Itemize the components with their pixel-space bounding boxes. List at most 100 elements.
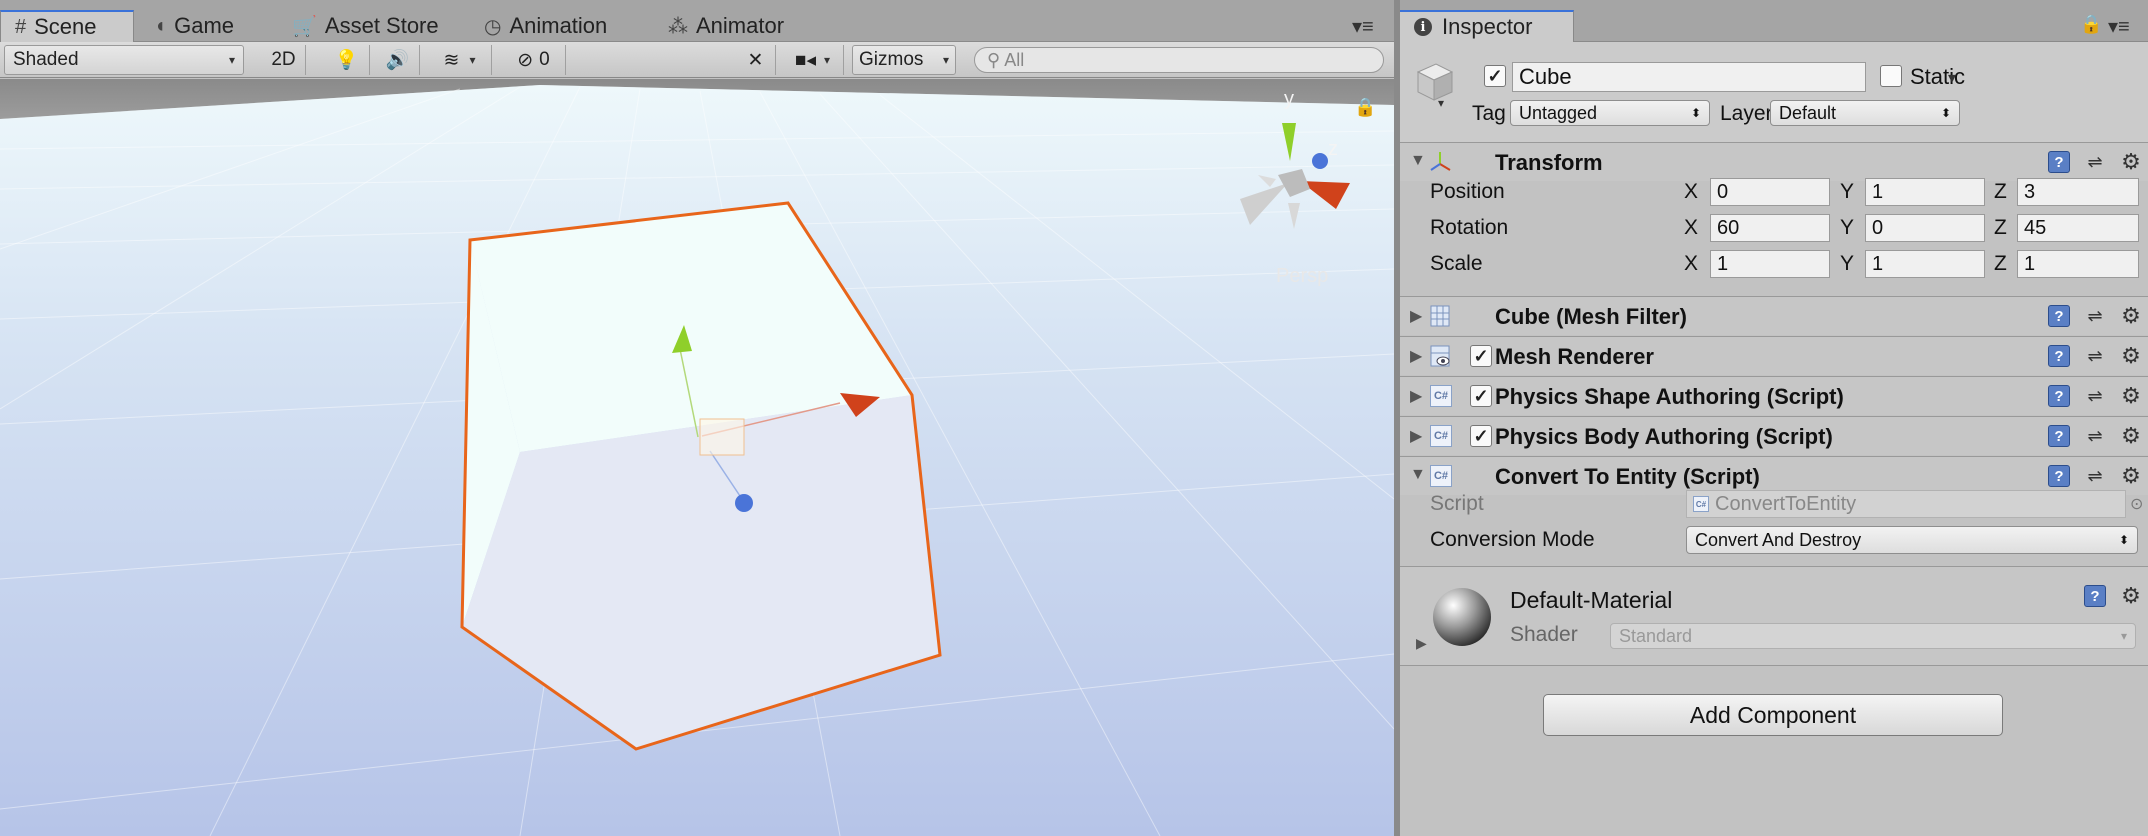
scene-search-input[interactable]: ⚲ All xyxy=(974,47,1384,73)
tab-asset-store-label: Asset Store xyxy=(324,13,439,38)
position-x-field[interactable]: 0 xyxy=(1710,178,1830,206)
scene-canvas[interactable]: y z xyxy=(0,79,1394,836)
draw-mode-dropdown[interactable]: Shaded ▾ xyxy=(4,45,244,75)
projection-label[interactable]: Persp xyxy=(1276,265,1328,288)
help-icon[interactable]: ? xyxy=(2048,385,2070,407)
static-checkbox[interactable]: ✓ xyxy=(1880,65,1902,87)
2d-toggle-button[interactable]: 2D xyxy=(262,45,306,75)
gizmos-dropdown[interactable]: Gizmos ▾ xyxy=(852,45,956,75)
tab-asset-store[interactable]: 🛒 Asset Store xyxy=(278,10,453,42)
object-picker-icon[interactable]: ⊙ xyxy=(2130,494,2143,514)
help-icon[interactable]: ? xyxy=(2048,465,2070,487)
nodes-icon: ⁂ xyxy=(668,15,688,38)
tag-label: Tag xyxy=(1472,102,1506,125)
presets-icon[interactable]: ⇌ xyxy=(2084,425,2106,447)
add-component-button[interactable]: Add Component xyxy=(1543,694,2003,736)
scale-x-field[interactable]: 1 xyxy=(1710,250,1830,278)
mesh-renderer-header[interactable]: ▶ ✓ Mesh Renderer ? ⇌ ⚙ xyxy=(1400,336,2148,375)
gear-icon[interactable]: ⚙ xyxy=(2120,149,2142,174)
fold-closed-icon[interactable]: ▶ xyxy=(1416,635,1427,652)
rotation-x-field[interactable]: 60 xyxy=(1710,214,1830,242)
physics-shape-authoring-header[interactable]: ▶ C# ✓ Physics Shape Authoring (Script) … xyxy=(1400,376,2148,415)
presets-icon[interactable]: ⇌ xyxy=(2084,305,2106,327)
conversion-mode-value: Convert And Destroy xyxy=(1695,529,1862,550)
gear-icon[interactable]: ⚙ xyxy=(2120,303,2142,328)
search-icon: ⚲ xyxy=(987,49,1001,70)
gizmo-z-handle[interactable] xyxy=(735,494,753,512)
tools-button[interactable]: ✕ xyxy=(736,45,776,75)
pacman-icon: ◖ xyxy=(154,14,167,37)
tab-animator[interactable]: ⁂ Animator xyxy=(654,10,798,42)
tab-animation[interactable]: ◷ Animation xyxy=(470,10,621,42)
hidden-objects-toggle[interactable]: ⊘ 0 xyxy=(502,45,566,75)
mesh-renderer-enabled-checkbox[interactable]: ✓ xyxy=(1470,345,1492,367)
position-y-field[interactable]: 1 xyxy=(1865,178,1985,206)
tab-inspector[interactable]: i Inspector xyxy=(1400,10,1574,42)
object-name-field[interactable]: Cube xyxy=(1512,62,1866,92)
mesh-filter-header[interactable]: ▶ Cube (Mesh Filter) ? ⇌ ⚙ xyxy=(1400,296,2148,335)
tab-game[interactable]: ◖ Game xyxy=(140,10,248,42)
physics-body-enabled-checkbox[interactable]: ✓ xyxy=(1470,425,1492,447)
gear-icon[interactable]: ⚙ xyxy=(2120,463,2142,488)
presets-icon[interactable]: ⇌ xyxy=(2084,385,2106,407)
presets-icon[interactable]: ⇌ xyxy=(2084,151,2106,173)
material-sphere-icon xyxy=(1433,588,1491,646)
axis-x-label: X xyxy=(1684,216,1699,239)
active-checkbox[interactable]: ✓ xyxy=(1484,65,1506,87)
fold-closed-icon[interactable]: ▶ xyxy=(1410,386,1422,406)
transform-header[interactable]: ▼ Transform ? ⇌ ⚙ xyxy=(1400,142,2148,181)
physics-shape-enabled-checkbox[interactable]: ✓ xyxy=(1470,385,1492,407)
help-icon[interactable]: ? xyxy=(2048,151,2070,173)
chevron-down-icon[interactable]: ▾ xyxy=(1948,68,1956,88)
gear-icon[interactable]: ⚙ xyxy=(2120,423,2142,448)
layer-dropdown[interactable]: Default ⬍ xyxy=(1770,100,1960,126)
physics-body-authoring-header[interactable]: ▶ C# ✓ Physics Body Authoring (Script) ?… xyxy=(1400,416,2148,455)
updown-arrows-icon: ⬍ xyxy=(2118,533,2129,547)
rotation-y-field[interactable]: 0 xyxy=(1865,214,1985,242)
fold-open-icon[interactable]: ▼ xyxy=(1410,466,1426,484)
grid-icon: # xyxy=(15,15,27,38)
panel-menu-icon[interactable]: ▾≡ xyxy=(1352,14,1374,39)
chevron-down-icon[interactable]: ▾ xyxy=(1438,96,1444,110)
tag-dropdown[interactable]: Untagged ⬍ xyxy=(1510,100,1710,126)
help-icon[interactable]: ? xyxy=(2048,425,2070,447)
presets-icon[interactable]: ⇌ xyxy=(2084,465,2106,487)
convert-to-entity-header-icons: ? ⇌ ⚙ xyxy=(2048,463,2142,488)
fold-closed-icon[interactable]: ▶ xyxy=(1410,306,1422,326)
scene-viewport[interactable]: y z 🔒 Persp xyxy=(0,79,1394,836)
scale-z-field[interactable]: 1 xyxy=(2017,250,2139,278)
lighting-toggle-button[interactable]: 💡 xyxy=(324,45,370,75)
scale-label: Scale xyxy=(1430,252,1483,275)
help-icon[interactable]: ? xyxy=(2048,345,2070,367)
fold-closed-icon[interactable]: ▶ xyxy=(1410,346,1422,366)
audio-toggle-button[interactable]: 🔊 xyxy=(376,45,420,75)
physics-body-header-icons: ? ⇌ ⚙ xyxy=(2048,423,2142,448)
mesh-renderer-icon xyxy=(1430,345,1450,367)
hidden-count: 0 xyxy=(539,49,550,70)
scene-window: # Scene ◖ Game 🛒 Asset Store ◷ Animation… xyxy=(0,0,1394,836)
tab-scene-label: Scene xyxy=(34,14,97,39)
gear-icon[interactable]: ⚙ xyxy=(2120,383,2142,408)
scale-y-field[interactable]: 1 xyxy=(1865,250,1985,278)
fold-open-icon[interactable]: ▼ xyxy=(1410,152,1426,170)
help-icon[interactable]: ? xyxy=(2084,585,2106,607)
panel-menu-icon[interactable]: ▾≡ xyxy=(2108,14,2130,39)
physics-shape-header-icons: ? ⇌ ⚙ xyxy=(2048,383,2142,408)
camera-dropdown[interactable]: ■◂ ▾ xyxy=(782,45,844,75)
chevron-down-icon: ▾ xyxy=(469,53,476,67)
effects-dropdown[interactable]: ≋ ▾ xyxy=(428,45,492,75)
gear-icon[interactable]: ⚙ xyxy=(2120,583,2142,608)
position-z-field[interactable]: 3 xyxy=(2017,178,2139,206)
lock-icon[interactable]: 🔒 xyxy=(2080,14,2102,35)
fold-closed-icon[interactable]: ▶ xyxy=(1410,426,1422,446)
gizmo-plane-handle[interactable] xyxy=(699,418,745,456)
presets-icon[interactable]: ⇌ xyxy=(2084,345,2106,367)
script-label: Script xyxy=(1430,492,1484,515)
tab-scene[interactable]: # Scene xyxy=(0,10,134,42)
help-icon[interactable]: ? xyxy=(2048,305,2070,327)
rotation-z-field[interactable]: 45 xyxy=(2017,214,2139,242)
lock-icon[interactable]: 🔒 xyxy=(1354,97,1376,118)
conversion-mode-dropdown[interactable]: Convert And Destroy ⬍ xyxy=(1686,526,2138,554)
gear-icon[interactable]: ⚙ xyxy=(2120,343,2142,368)
convert-to-entity-fields: Script C# ConvertToEntity ⊙ Conversion M… xyxy=(1400,490,2148,560)
